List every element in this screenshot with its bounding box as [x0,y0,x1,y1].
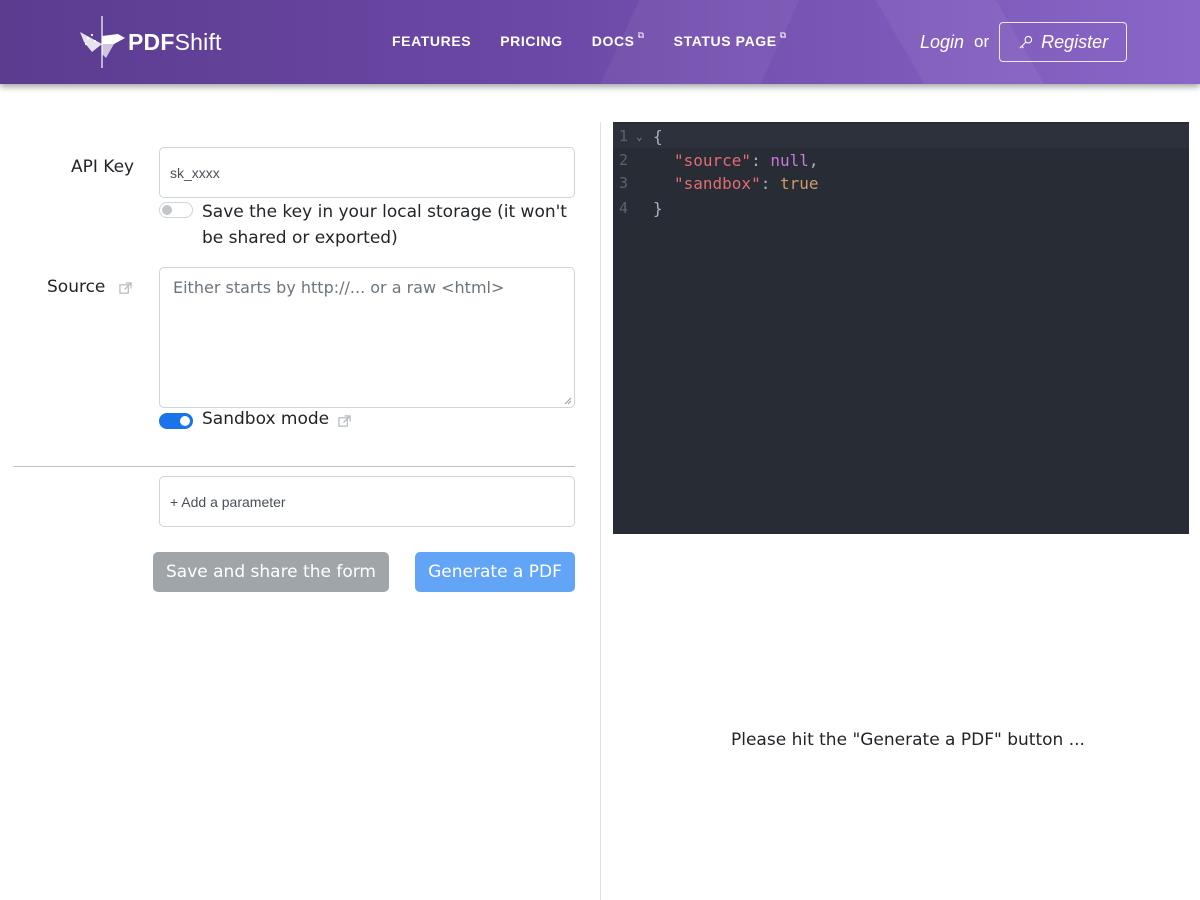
auth-area: Login or Register [920,22,1128,62]
nav-status-page[interactable]: STATUS PAGE ⧉ [673,30,787,49]
generate-pdf-label: Generate a PDF [428,562,562,582]
null-token: null [770,150,809,170]
login-link[interactable]: Login [920,32,964,53]
hummingbird-logo-icon [80,16,125,68]
nav-docs-label: DOCS [591,33,635,49]
code-text: "sandbox": true [674,174,819,193]
nav-features[interactable]: FEATURES [392,33,471,49]
brand-logo[interactable]: PDFShift [78,14,222,70]
generate-pdf-button[interactable]: Generate a PDF [415,552,575,592]
form-divider [13,466,575,467]
api-key-label: API Key [71,157,135,177]
editor-line: 2 "source": null, [613,148,1189,172]
sandbox-label: Sandbox mode [202,409,330,429]
external-link-icon: ⧉ [779,30,787,40]
comma-token: , [808,150,819,170]
top-navbar: PDFShift FEATURES PRICING DOCS ⧉ STATUS P… [0,0,1200,84]
external-link-icon[interactable] [338,415,351,428]
editor-line: 3 "sandbox": true [613,171,1189,195]
brace-open: { [653,126,663,146]
save-key-label: Save the key in your local storage (it w… [202,202,567,248]
code-text: "source": null, [674,151,819,170]
source-label: Source [47,277,106,297]
nav-pricing[interactable]: PRICING [500,33,563,49]
nav-status-label: STATUS PAGE [673,33,777,49]
api-key-placeholder: sk_xxxx [170,164,220,181]
external-link-icon: ⧉ [637,30,645,40]
toggle-knob [180,416,190,426]
nav-features-label: FEATURES [392,33,472,49]
sandbox-toggle[interactable] [159,413,193,429]
code-text: { [653,127,663,146]
fold-chevron-icon[interactable]: ⌄ [636,130,643,143]
line-number: 2 [619,151,629,169]
main-nav: FEATURES PRICING DOCS ⧉ STATUS PAGE ⧉ [392,30,816,49]
line-number: 1 [619,127,629,145]
save-share-label: Save and share the form [166,562,376,582]
brand-name-rest: Shift [174,28,222,55]
colon-token: : [760,173,780,193]
brace-close: } [653,198,663,218]
editor-line: 1 ⌄ { [613,124,1189,148]
save-key-toggle[interactable] [159,202,193,218]
nav-docs[interactable]: DOCS ⧉ [591,30,645,49]
register-button[interactable]: Register [999,22,1128,62]
code-text: } [653,199,663,218]
colon-token: : [751,150,771,170]
resize-grip-icon[interactable] [564,397,572,405]
preview-message: Please hit the "Generate a PDF" button .… [731,730,1085,750]
editor-line: 4 } [613,196,1189,220]
line-number: 3 [619,174,629,192]
source-textarea[interactable]: Either starts by http://... or a raw <ht… [159,267,575,408]
json-editor[interactable]: 1 ⌄ { 2 "source": null, 3 "sandbox": tru… [613,122,1189,534]
true-token: true [779,173,819,193]
source-key-token: "source" [674,150,752,170]
or-text: or [974,32,990,51]
external-link-icon[interactable] [119,282,132,295]
toggle-knob [162,205,172,215]
register-label: Register [1041,31,1109,52]
save-share-button[interactable]: Save and share the form [153,552,389,592]
brand-name-bold: PDF [128,28,175,55]
key-icon [1019,35,1033,49]
add-parameter-placeholder: + Add a parameter [170,493,286,510]
brand-name: PDFShift [128,29,222,56]
sandbox-key-token: "sandbox" [674,173,761,193]
add-parameter-input[interactable]: + Add a parameter [159,476,575,527]
nav-pricing-label: PRICING [500,33,563,49]
api-key-input[interactable]: sk_xxxx [159,147,575,198]
line-number: 4 [619,199,629,217]
source-placeholder: Either starts by http://... or a raw <ht… [173,278,505,297]
column-separator [600,122,601,900]
